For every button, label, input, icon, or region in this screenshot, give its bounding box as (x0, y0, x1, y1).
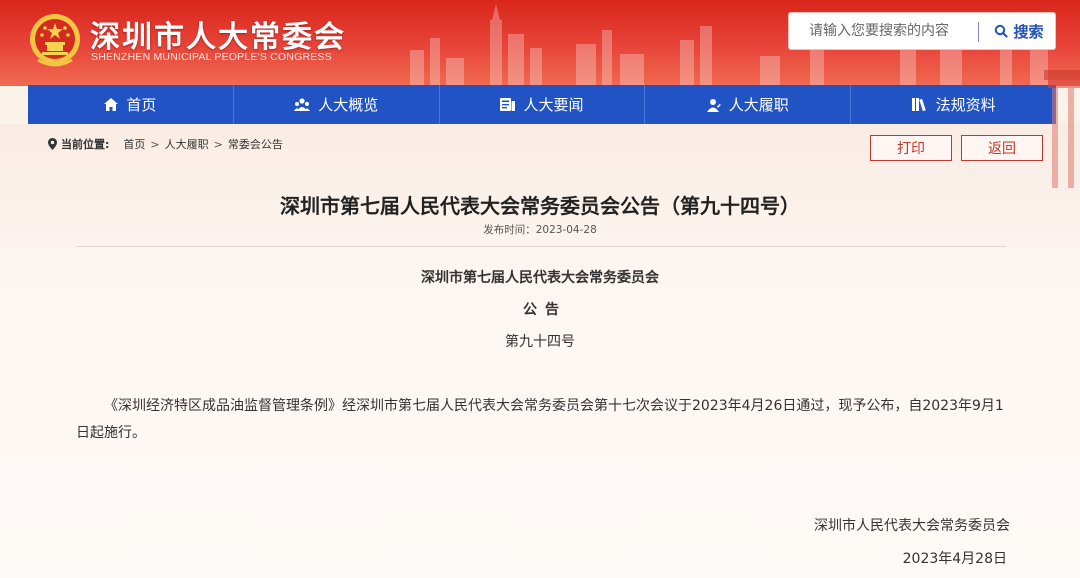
title-divider (76, 246, 1006, 247)
nav-item-regulations[interactable]: 法规资料 (851, 85, 1056, 124)
nav-item-label: 法规资料 (935, 96, 996, 114)
breadcrumb-home[interactable]: 首页 (123, 136, 145, 152)
breadcrumb-label: 当前位置: (61, 138, 110, 151)
home-icon (104, 98, 119, 111)
people-icon (294, 98, 311, 111)
search-divider (978, 22, 979, 42)
national-emblem-icon (30, 14, 80, 67)
books-icon (911, 98, 926, 111)
search-button[interactable]: 搜索 (985, 16, 1053, 46)
site-title[interactable]: 深圳市人大常委会 (90, 12, 346, 56)
breadcrumb-separator: > (213, 137, 223, 151)
search-box: 搜索 (788, 12, 1056, 50)
nav-item-home[interactable]: 首页 (28, 85, 234, 124)
back-button[interactable]: 返回 (961, 135, 1043, 161)
nav-item-news[interactable]: 人大要闻 (440, 85, 646, 124)
notice-number: 第九十四号 (505, 334, 575, 350)
breadcrumb-duty[interactable]: 人大履职 (165, 136, 209, 152)
article-title: 深圳市第七届人民代表大会常务委员会公告（第九十四号） (280, 194, 800, 218)
notice-label: 公告 (523, 302, 567, 318)
nav-item-label: 首页 (126, 96, 157, 114)
nav-item-label: 人大概览 (318, 96, 379, 114)
nav-item-duty[interactable]: 人大履职 (645, 85, 852, 124)
location-pin-icon (48, 138, 57, 150)
duty-icon (706, 98, 721, 112)
print-button[interactable]: 打印 (870, 135, 952, 161)
article-body: 《深圳经济特区成品油监督管理条例》经深圳市第七届人民代表大会常务委员会第十七次会… (76, 398, 1004, 441)
signature-org: 深圳市人民代表大会常务委员会 (814, 518, 1010, 534)
publish-date: 发布时间：2023-04-28 (483, 224, 597, 236)
site-header: 深圳市人大常委会 SHENZHEN MUNICIPAL PEOPLE'S CON… (0, 0, 1080, 86)
nav-item-overview[interactable]: 人大概览 (234, 85, 440, 124)
org-heading: 深圳市第七届人民代表大会常务委员会 (421, 270, 659, 286)
search-button-label: 搜索 (1013, 22, 1044, 41)
gate-decoration-icon (1044, 70, 1080, 188)
search-input[interactable] (791, 15, 977, 47)
breadcrumb: 当前位置: 首页 > 人大履职 > 常委会公告 (48, 136, 283, 152)
main-nav: 首页 人大概览 人大要闻 人大履职 法规资料 (28, 85, 1056, 124)
breadcrumb-announcements[interactable]: 常委会公告 (228, 136, 283, 152)
search-icon (995, 24, 1009, 38)
nav-item-label: 人大履职 (728, 96, 789, 114)
signature-date: 2023年4月28日 (902, 551, 1007, 567)
news-icon (500, 98, 516, 111)
site-subtitle: SHENZHEN MUNICIPAL PEOPLE'S CONGRESS (91, 51, 332, 63)
breadcrumb-separator: > (150, 137, 160, 151)
nav-item-label: 人大要闻 (523, 96, 584, 114)
